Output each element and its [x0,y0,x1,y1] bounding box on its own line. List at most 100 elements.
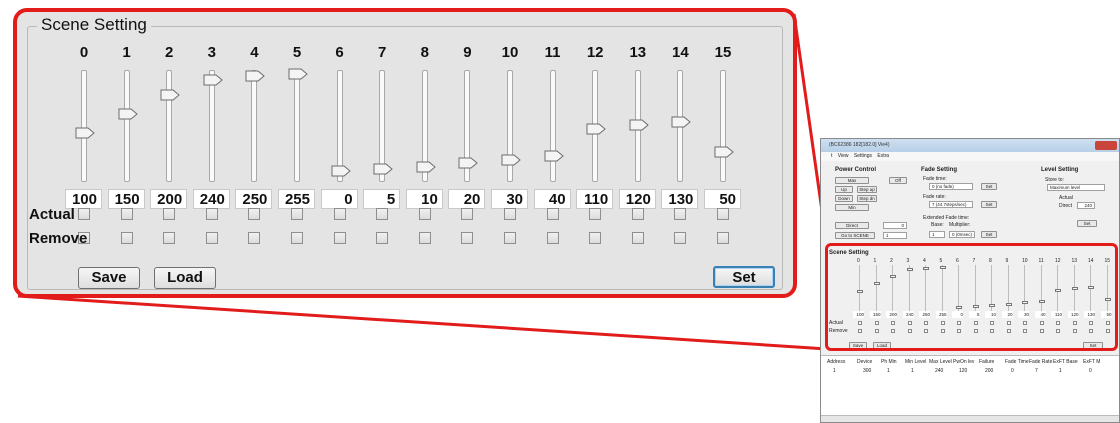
close-icon[interactable] [1095,141,1117,150]
step-down-button[interactable]: Step dn [857,195,877,202]
slider-thumb[interactable] [203,74,223,86]
channel-level-value[interactable]: 250 [235,189,273,209]
remove-checkbox[interactable] [589,232,602,244]
direct-radio-label[interactable]: Direct [1059,203,1072,209]
actual-checkbox[interactable] [461,208,474,220]
remove-checkbox[interactable] [291,232,303,244]
base-select[interactable]: 1 [929,231,945,238]
actual-checkbox[interactable] [120,208,133,220]
slider-track[interactable] [251,70,258,182]
actual-checkbox[interactable] [546,208,559,220]
actual-radio-label[interactable]: Actual [1059,195,1073,201]
remove-checkbox[interactable] [546,232,559,244]
slider-thumb[interactable] [544,150,564,162]
actual-checkbox[interactable] [376,208,389,220]
menu-item[interactable]: t [831,153,832,159]
channel-level-value[interactable]: 240 [192,189,230,209]
remove-checkbox[interactable] [418,232,431,244]
actual-checkbox[interactable] [291,208,303,220]
horizontal-scrollbar[interactable] [821,415,1119,422]
remove-checkbox[interactable] [504,232,516,244]
channel-level-value[interactable]: 50 [704,189,741,209]
load-button[interactable]: Load [154,267,216,289]
max-button[interactable]: Max [835,177,869,184]
channel-level-value[interactable]: 110 [576,189,614,209]
slider-thumb[interactable] [118,108,138,120]
slider-track[interactable] [123,70,130,182]
table-column-header[interactable]: ExFT M [1083,359,1100,365]
extended-fade-set-button[interactable]: Set [981,231,997,238]
slider-thumb[interactable] [629,119,649,131]
go-to-scene-button[interactable]: Go to SCENE [835,232,875,239]
menu-view[interactable]: View [838,153,849,159]
level-set-button[interactable]: Set [1077,220,1097,227]
slider-thumb[interactable] [160,89,180,101]
table-column-header[interactable]: Fade Time [1005,359,1029,365]
slider-thumb[interactable] [714,146,734,158]
remove-checkbox[interactable] [120,232,133,244]
slider-thumb[interactable] [75,127,95,139]
fade-rate-select[interactable]: 7 (44.7steps/sec) [929,201,973,208]
multiplier-select[interactable]: 0 (0msec) [949,231,975,238]
slider-track[interactable] [720,70,726,182]
slider-thumb[interactable] [331,165,351,177]
fade-time-select[interactable]: 0 (no fade) [929,183,973,190]
table-column-header[interactable]: ExFT Base [1053,359,1078,365]
slider-track[interactable] [294,70,300,182]
remove-checkbox[interactable] [376,232,389,244]
channel-level-value[interactable]: 40 [533,189,571,209]
fade-rate-set-button[interactable]: Set [981,201,997,208]
level-direct-input[interactable]: 240 [1077,202,1095,209]
fade-time-set-button[interactable]: Set [981,183,997,190]
scene-select[interactable]: 1 [883,232,907,239]
direct-button[interactable]: Direct [835,222,869,229]
table-column-header[interactable]: Fade Rate [1029,359,1052,365]
channel-level-value[interactable]: 20 [448,189,486,209]
direct-level-input[interactable]: 0 [883,222,907,229]
channel-level-value[interactable]: 5 [363,189,401,209]
actual-checkbox[interactable] [504,208,516,220]
actual-checkbox[interactable] [418,208,431,220]
store-to-select[interactable]: Maximum level [1047,184,1105,191]
slider-thumb[interactable] [288,68,308,80]
slider-thumb[interactable] [373,163,393,175]
remove-checkbox[interactable] [205,232,218,244]
off-button[interactable]: Off [889,177,907,184]
remove-checkbox[interactable] [674,232,687,244]
actual-checkbox[interactable] [205,208,218,220]
slider-thumb[interactable] [501,154,521,166]
table-column-header[interactable]: PwOn lev [953,359,974,365]
actual-checkbox[interactable] [248,208,261,220]
channel-level-value[interactable]: 150 [107,189,145,209]
up-button[interactable]: Up [835,186,853,193]
channel-level-value[interactable]: 200 [150,189,188,209]
slider-thumb[interactable] [458,157,479,169]
slider-thumb[interactable] [416,161,436,173]
slider-thumb[interactable] [245,70,266,82]
channel-level-value[interactable]: 10 [405,189,443,209]
menu-extra[interactable]: Extra [877,153,889,159]
table-column-header[interactable]: Device [857,359,872,365]
actual-checkbox[interactable] [589,208,602,220]
down-button[interactable]: Down [835,195,853,202]
table-column-header[interactable]: Ph Min [881,359,897,365]
channel-level-value[interactable]: 30 [491,189,528,209]
slider-thumb[interactable] [671,116,692,128]
min-button[interactable]: Min [835,204,869,211]
actual-checkbox[interactable] [78,208,90,220]
slider-track[interactable] [208,70,215,182]
menu-settings[interactable]: Settings [854,153,872,159]
channel-level-value[interactable]: 130 [661,189,699,209]
save-button[interactable]: Save [78,267,140,289]
actual-checkbox[interactable] [674,208,687,220]
slider-track[interactable] [549,70,556,182]
remove-checkbox[interactable] [163,232,176,244]
step-up-button[interactable]: Step up [857,186,877,193]
slider-track[interactable] [166,70,173,182]
remove-checkbox[interactable] [717,232,729,244]
actual-checkbox[interactable] [717,208,729,220]
channel-level-value[interactable]: 0 [320,189,358,209]
set-button[interactable]: Set [713,266,775,288]
remove-checkbox[interactable] [333,232,346,244]
table-column-header[interactable]: Max Level [929,359,952,365]
